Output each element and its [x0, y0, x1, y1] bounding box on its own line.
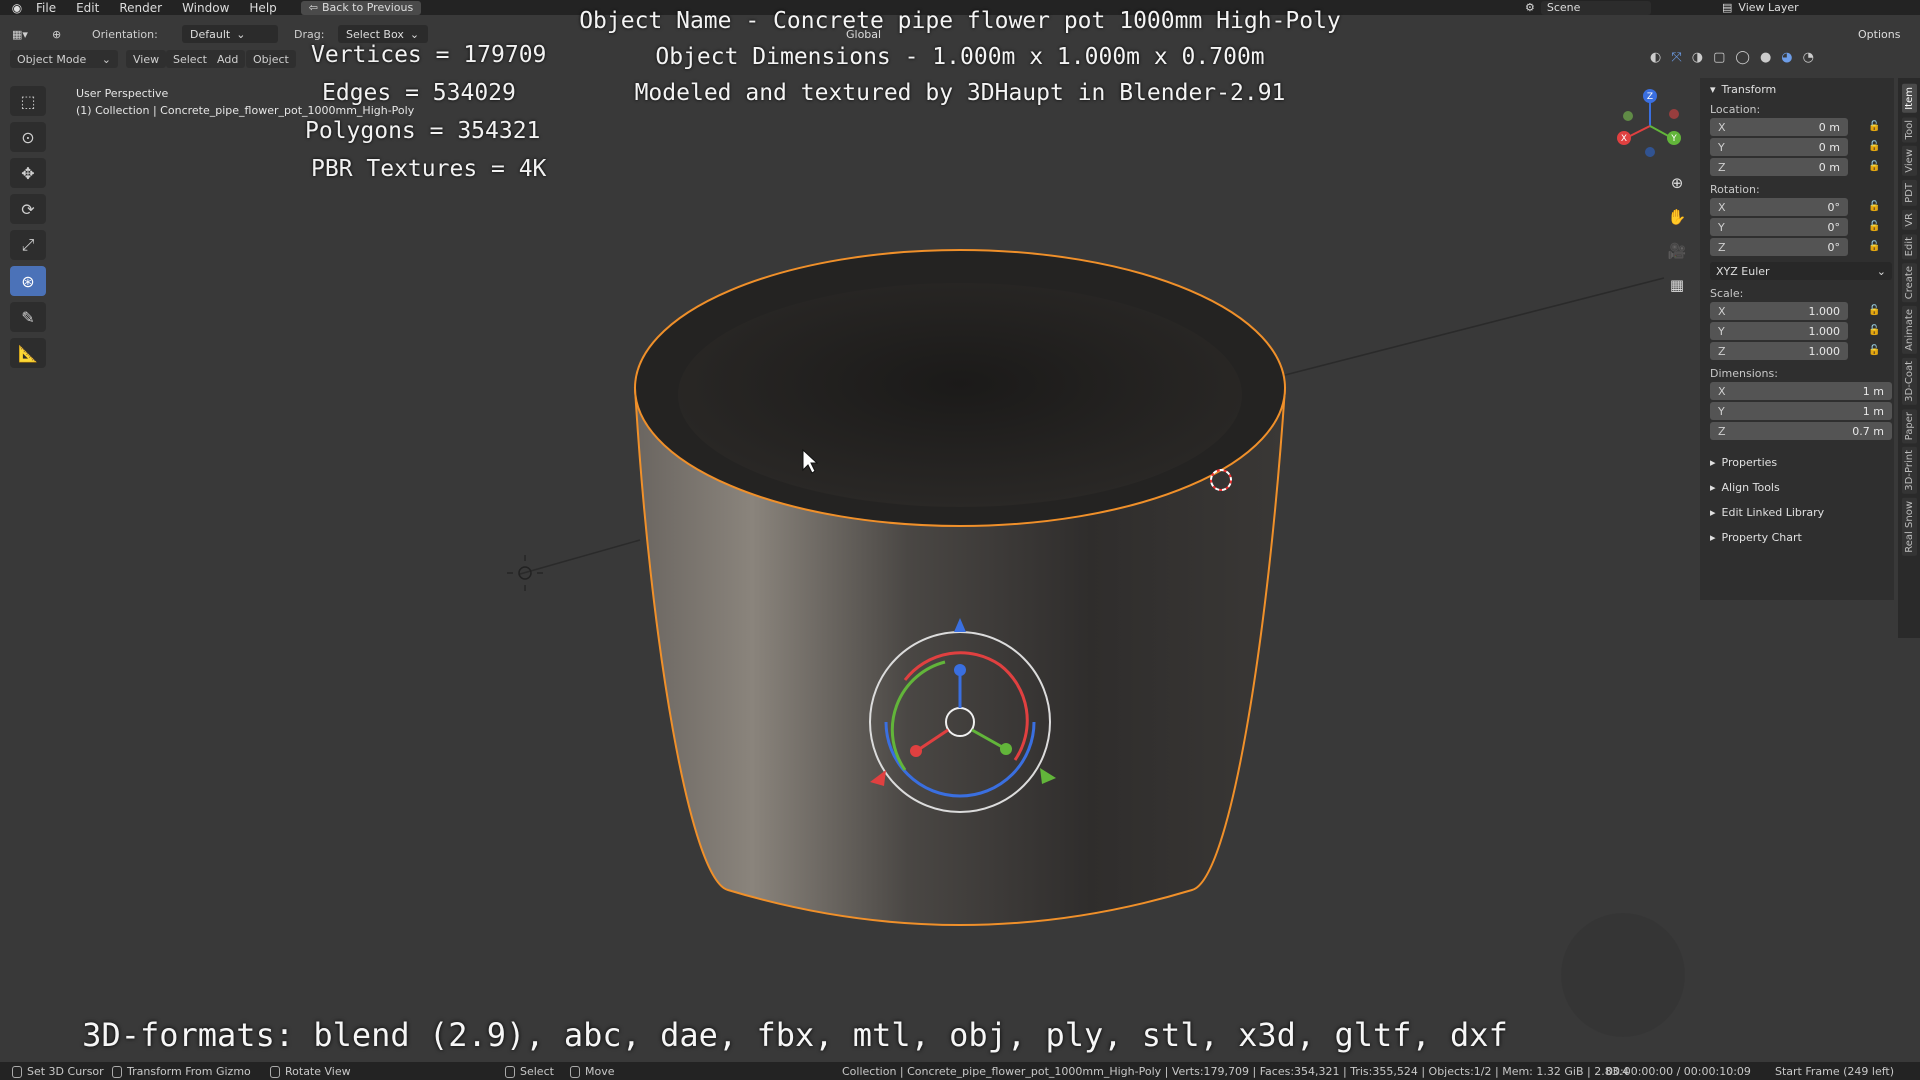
- status-transform-gizmo: Transform From Gizmo: [127, 1065, 251, 1078]
- mouse-middle-icon: [112, 1065, 122, 1078]
- status-set-cursor: Set 3D Cursor: [27, 1065, 104, 1078]
- axis-z-label: Z: [1647, 92, 1653, 102]
- scale-x-field[interactable]: X 1.000: [1710, 302, 1848, 320]
- lock-icon[interactable]: 🔓: [1868, 305, 1880, 317]
- scale-y-field[interactable]: Y 1.000: [1710, 322, 1848, 340]
- tab-animate[interactable]: Animate: [1901, 306, 1917, 355]
- chevron-down-icon: ⌄: [1876, 264, 1886, 278]
- location-z-field[interactable]: Z0 m: [1710, 158, 1848, 176]
- status-frame: Start Frame (249 left): [1775, 1065, 1895, 1078]
- navigation-gizmo[interactable]: Z X Y: [1610, 86, 1690, 166]
- tab-3d-print[interactable]: 3D-Print: [1901, 447, 1917, 494]
- status-move: Move: [585, 1065, 615, 1078]
- dimensions-y-field[interactable]: Y1 m: [1710, 402, 1892, 420]
- edit-linked-library-panel-header[interactable]: ▸ Edit Linked Library: [1700, 500, 1894, 525]
- mouse-right-icon: [270, 1065, 280, 1078]
- zoom-icon[interactable]: ⊕: [1664, 170, 1690, 196]
- tab-tool[interactable]: Tool: [1901, 116, 1917, 143]
- lock-icon[interactable]: 🔓: [1868, 345, 1880, 357]
- dimensions-x-field[interactable]: X1 m: [1710, 382, 1892, 400]
- rotation-y-field[interactable]: Y 0°: [1710, 218, 1848, 236]
- tab-create[interactable]: Create: [1901, 262, 1917, 303]
- scale-label: Scale:: [1710, 286, 1744, 300]
- perspective-toggle-icon[interactable]: ▦: [1664, 272, 1690, 298]
- chevron-right-icon: ▸: [1710, 481, 1716, 494]
- lock-icon[interactable]: 🔓: [1868, 161, 1880, 173]
- formats-text: 3D-formats: blend (2.9), abc, dae, fbx, …: [82, 1016, 1508, 1054]
- status-bar: Set 3D Cursor Transform From Gizmo Rotat…: [0, 1062, 1920, 1080]
- tab-view[interactable]: View: [1901, 146, 1917, 176]
- light-direction-line: [519, 539, 641, 575]
- dimensions-z-field[interactable]: Z 0.7 m: [1710, 422, 1892, 440]
- chevron-down-icon: ▾: [1710, 82, 1716, 96]
- align-tools-panel-header[interactable]: ▸ Align Tools: [1700, 475, 1894, 500]
- lock-icon[interactable]: 🔓: [1868, 121, 1880, 133]
- tab-item[interactable]: Item: [1901, 84, 1917, 113]
- location-x-field[interactable]: X0 m: [1710, 118, 1848, 136]
- chevron-right-icon: ▸: [1710, 456, 1716, 469]
- property-chart-panel-header[interactable]: ▸ Property Chart: [1700, 525, 1894, 550]
- polygons-text: Polygons = 354321: [305, 118, 541, 144]
- mouse-left-icon: [12, 1065, 22, 1078]
- sidebar-tabs: Item Tool View PDT VR Edit Create Animat…: [1898, 78, 1920, 638]
- axis-y-label: Y: [1670, 134, 1677, 144]
- transform-title: Transform: [1721, 82, 1777, 96]
- lock-icon[interactable]: 🔓: [1868, 201, 1880, 213]
- status-scene-stats: Collection | Concrete_pipe_flower_pot_10…: [842, 1065, 1630, 1078]
- tab-edit[interactable]: Edit: [1901, 233, 1917, 259]
- rotation-x-field[interactable]: X 0°: [1710, 198, 1848, 216]
- lock-icon[interactable]: 🔓: [1868, 141, 1880, 153]
- tab-paper[interactable]: Paper: [1901, 408, 1917, 444]
- lock-icon[interactable]: 🔓: [1868, 221, 1880, 233]
- properties-panel-header[interactable]: ▸ Properties: [1700, 450, 1894, 475]
- object-dimensions-text: Object Dimensions - 1.000m x 1.000m x 0.…: [655, 44, 1265, 70]
- pan-hand-icon[interactable]: ✋: [1664, 204, 1690, 230]
- tab-vr[interactable]: VR: [1901, 209, 1917, 230]
- location-y-field[interactable]: Y0 m: [1710, 138, 1848, 156]
- scale-z-field[interactable]: Z 1.000: [1710, 342, 1848, 360]
- status-time: 00:00:00:00 / 00:00:10:09: [1606, 1065, 1751, 1078]
- rotation-z-field[interactable]: Z 0°: [1710, 238, 1848, 256]
- camera-line: [1284, 277, 1665, 376]
- object-name-text: Object Name - Concrete pipe flower pot 1…: [579, 8, 1341, 34]
- lock-icon[interactable]: 🔓: [1868, 241, 1880, 253]
- lock-icon[interactable]: 🔓: [1868, 325, 1880, 337]
- dimensions-label: Dimensions:: [1710, 366, 1778, 380]
- tab-pdt[interactable]: PDT: [1901, 179, 1917, 206]
- camera-view-icon[interactable]: 🎥: [1664, 238, 1690, 264]
- textures-text: PBR Textures = 4K: [311, 156, 547, 182]
- mouse-left-icon: [505, 1065, 515, 1078]
- sidebar-n-panel: ▾ Transform Location: X0 m 🔓 Y0 m 🔓 Z0 m 🔓 …: [1700, 78, 1894, 600]
- rotation-mode-dropdown[interactable]: XYZ Euler ⌄: [1710, 262, 1892, 280]
- chevron-right-icon: ▸: [1710, 506, 1716, 519]
- axis-x-label: X: [1621, 134, 1627, 144]
- tab-3d-coat[interactable]: 3D-Coat: [1901, 358, 1917, 405]
- chevron-right-icon: ▸: [1710, 531, 1716, 544]
- location-label: Location:: [1710, 102, 1761, 116]
- edges-text: Edges = 534029: [322, 80, 516, 106]
- vertices-text: Vertices = 179709: [311, 42, 547, 68]
- status-rotate-view: Rotate View: [285, 1065, 351, 1078]
- tab-real-snow[interactable]: Real Snow: [1901, 497, 1917, 556]
- viewport-nav-tools: ⊕ ✋ 🎥 ▦: [1664, 170, 1690, 298]
- credits-text: Modeled and textured by 3DHaupt in Blend…: [634, 80, 1286, 106]
- transform-panel-header[interactable]: ▾ Transform: [1700, 78, 1894, 100]
- status-select: Select: [520, 1065, 554, 1078]
- pot-inner: [678, 283, 1242, 507]
- rotation-label: Rotation:: [1710, 182, 1760, 196]
- mouse-drag-icon: [570, 1065, 580, 1078]
